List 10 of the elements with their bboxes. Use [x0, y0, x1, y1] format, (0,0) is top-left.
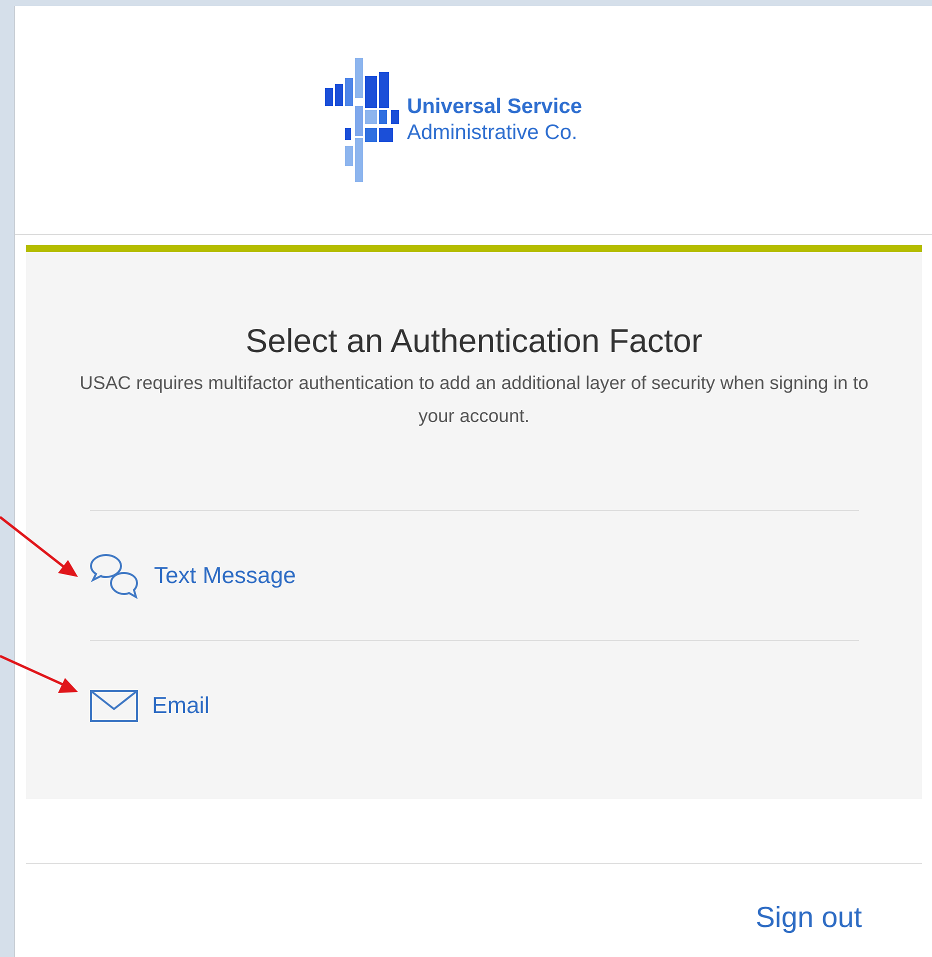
chat-bubbles-icon [90, 552, 140, 598]
logo-text: Administrative Co. [406, 120, 578, 146]
envelope-icon [90, 690, 138, 722]
card-description: USAC requires multifactor authentication to add an additional layer of security when signing in to your account. [79, 371, 869, 428]
factor-option[interactable]: Email [90, 641, 859, 770]
factor-option[interactable]: Text Message [90, 511, 859, 641]
logo-text: Universal Service [406, 94, 582, 120]
card-title: Select an Authentication Factor [246, 322, 702, 360]
sign-out-link[interactable]: Sign out [756, 902, 862, 935]
logo-icon [324, 58, 401, 182]
